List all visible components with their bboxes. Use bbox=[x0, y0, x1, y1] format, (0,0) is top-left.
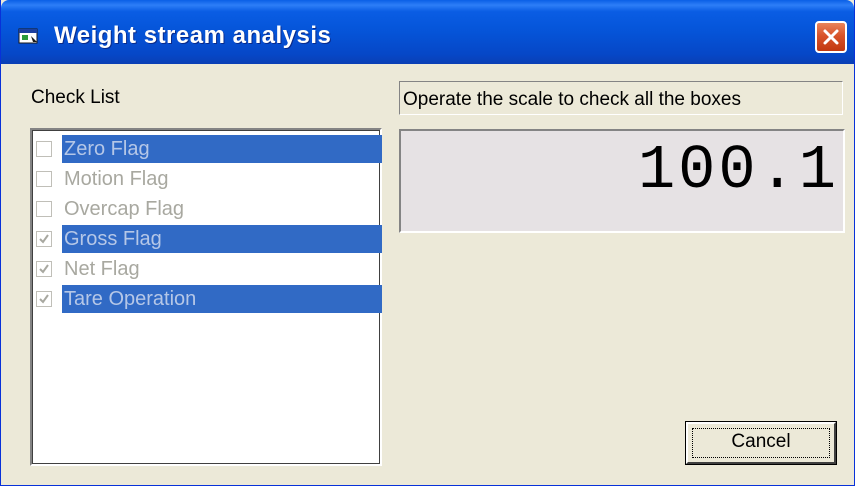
checklist-item[interactable]: Gross Flag bbox=[36, 224, 382, 254]
checkbox[interactable] bbox=[36, 261, 52, 277]
checkbox[interactable] bbox=[36, 231, 52, 247]
checklist-listbox[interactable]: Zero Flag Motion Flag Overcap Flag Gross Fl… bbox=[30, 128, 382, 466]
checkbox[interactable] bbox=[36, 291, 52, 307]
close-icon bbox=[823, 29, 839, 45]
status-box: Operate the scale to check all the boxes bbox=[399, 81, 843, 115]
checkbox[interactable] bbox=[36, 141, 52, 157]
checklist-item-label: Tare Operation bbox=[62, 285, 382, 313]
checkbox[interactable] bbox=[36, 171, 52, 187]
checkmark-icon bbox=[39, 264, 49, 274]
title-bar[interactable]: Weight stream analysis bbox=[1, 0, 854, 64]
checklist-item[interactable]: Motion Flag bbox=[36, 164, 381, 194]
checklist-item[interactable]: Zero Flag bbox=[36, 134, 382, 164]
dialog-window: Weight stream analysis Check List Operat… bbox=[0, 0, 855, 486]
checklist-label: Check List bbox=[31, 87, 120, 108]
weight-value: 100.1 bbox=[637, 135, 839, 206]
checklist-item-label: Overcap Flag bbox=[64, 198, 185, 220]
dialog-body: Check List Operate the scale to check al… bbox=[1, 64, 854, 485]
close-button[interactable] bbox=[815, 21, 847, 53]
cancel-button[interactable]: Cancel bbox=[685, 421, 837, 465]
checklist-item[interactable]: Overcap Flag bbox=[36, 194, 381, 224]
checkbox[interactable] bbox=[36, 201, 52, 217]
weight-display: 100.1 bbox=[399, 129, 845, 233]
window-app-icon bbox=[18, 28, 38, 44]
checklist-item-label: Net Flag bbox=[64, 258, 140, 280]
checklist-item[interactable]: Net Flag bbox=[36, 254, 381, 284]
checklist-item-label: Motion Flag bbox=[64, 168, 169, 190]
checklist-item-label: Gross Flag bbox=[62, 225, 382, 253]
status-text: Operate the scale to check all the boxes bbox=[403, 89, 741, 110]
checkmark-icon bbox=[39, 294, 49, 304]
checklist-item-label: Zero Flag bbox=[62, 135, 382, 163]
checklist-item[interactable]: Tare Operation bbox=[36, 284, 382, 314]
cancel-button-label: Cancel bbox=[731, 431, 791, 452]
checkmark-icon bbox=[39, 234, 49, 244]
window-title: Weight stream analysis bbox=[54, 22, 332, 49]
checklist-items: Zero Flag Motion Flag Overcap Flag Gross Fl… bbox=[36, 134, 382, 314]
